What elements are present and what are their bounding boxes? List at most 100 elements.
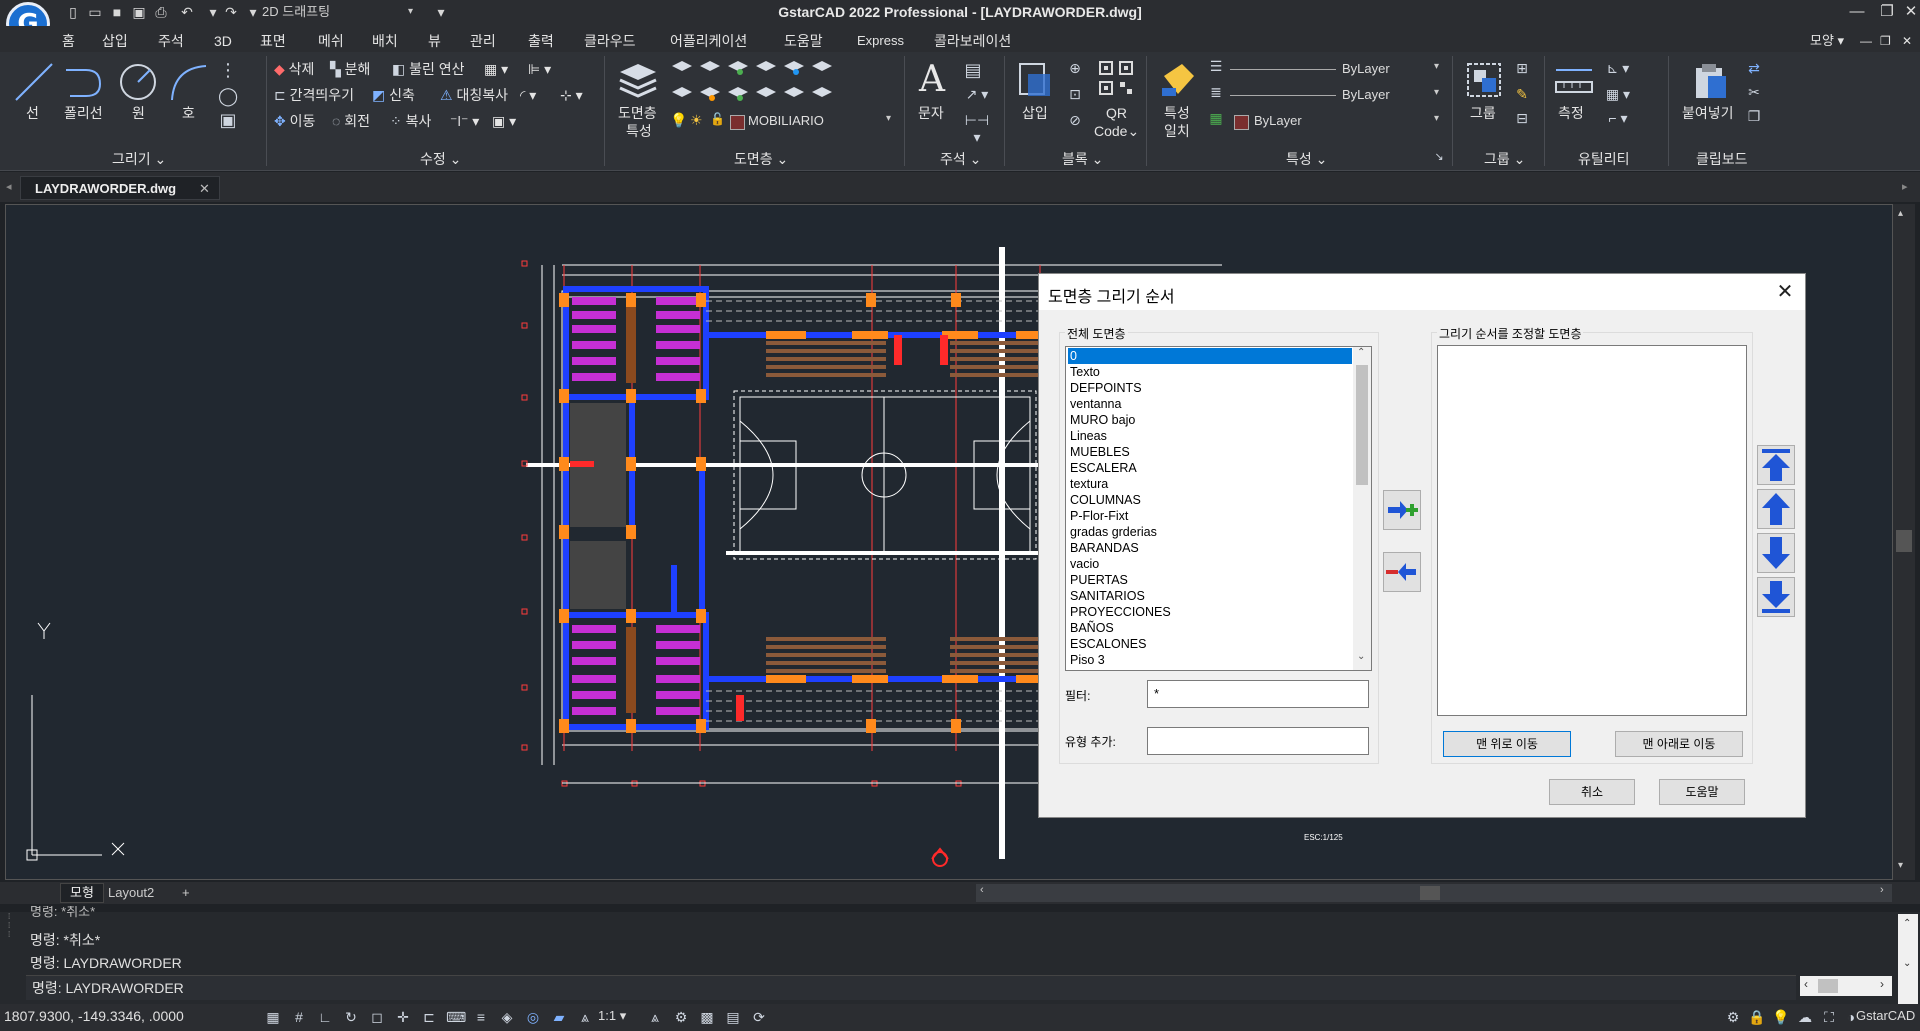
qr-button-label[interactable]: QR	[1106, 104, 1127, 122]
paste-button-label[interactable]: 붙여넣기	[1682, 104, 1734, 122]
join-icon[interactable]: ▣ ▾	[492, 112, 516, 130]
cmd-scroll-thumb[interactable]	[1818, 979, 1838, 993]
close-icon[interactable]: ✕	[1902, 2, 1920, 22]
auto-scale-icon[interactable]: ⩓	[646, 1008, 664, 1026]
scroll-up-icon[interactable]: ▴	[1898, 208, 1903, 219]
move-to-top-button[interactable]: 맨 위로 이동	[1443, 731, 1571, 757]
ungroup-icon[interactable]: ⊞	[1512, 60, 1532, 77]
lineweight-combo[interactable]: ByLayer ▾	[1230, 86, 1446, 106]
modify-panel-title[interactable]: 수정 ⌄	[420, 150, 461, 168]
linetype-combo[interactable]: ByLayer ▾	[1230, 60, 1446, 80]
hardware-accel-icon[interactable]: ▩	[698, 1008, 716, 1026]
dynamic-ucs-icon[interactable]: ⊏	[420, 1008, 438, 1026]
stretch-button[interactable]: ◩ 신축	[372, 86, 415, 104]
minimize-icon[interactable]: —	[1842, 2, 1872, 22]
command-vscrollbar[interactable]: ⌃ ⌄	[1898, 914, 1918, 1004]
menu-view[interactable]: 뷰	[428, 32, 441, 50]
move-down-arrow-button[interactable]	[1757, 533, 1795, 573]
layer-list-item[interactable]: COLUMNAS	[1068, 492, 1352, 508]
text-button-label[interactable]: 문자	[918, 104, 944, 122]
menu-layout[interactable]: 배치	[372, 32, 398, 50]
line-icon[interactable]	[12, 60, 56, 104]
block-create-icon[interactable]: ⊕	[1064, 60, 1086, 77]
layer-list-item[interactable]: SANITARIOS	[1068, 588, 1352, 604]
hscroll-right-icon[interactable]: ›	[1880, 884, 1884, 896]
ribbon-minimize-icon[interactable]: —	[1860, 32, 1872, 50]
layer-list-item[interactable]: vacio	[1068, 556, 1352, 572]
menu-home[interactable]: 홈	[62, 32, 75, 50]
grid-display-icon[interactable]: ▦	[264, 1008, 282, 1026]
layer-list-scrollbar[interactable]: ⌃ ⌄	[1353, 347, 1371, 670]
polyline-button-label[interactable]: 폴리선	[64, 104, 103, 122]
layer-list-item[interactable]: textura	[1068, 476, 1352, 492]
model-space-icon[interactable]: ▰	[550, 1008, 568, 1026]
workspace-switch-icon[interactable]: ⚙	[672, 1008, 690, 1026]
menu-surface[interactable]: 표면	[260, 32, 286, 50]
appearance-menu[interactable]: 모양 ▾	[1810, 32, 1844, 50]
utilities-panel-title[interactable]: 유틸리티	[1578, 150, 1630, 168]
explode-button[interactable]: ▚ 분해	[330, 60, 370, 78]
match-properties-icon[interactable]	[1158, 60, 1198, 100]
help-button[interactable]: 도움말	[1659, 779, 1745, 805]
copy-icon[interactable]: ❐	[1744, 108, 1764, 125]
scroll-down-icon[interactable]: ▾	[1898, 860, 1903, 871]
menu-annotate[interactable]: 주석	[158, 32, 184, 50]
layer-list-item[interactable]: MURO bajo	[1068, 412, 1352, 428]
menu-help[interactable]: 도움말	[784, 32, 823, 50]
dimension-icon[interactable]: ⊢⊣ ▾	[962, 112, 992, 146]
text-icon[interactable]: A	[914, 60, 950, 100]
break-icon[interactable]: ⁻ǀ⁻ ▾	[450, 112, 479, 130]
group-icon[interactable]	[1464, 60, 1504, 100]
tab-close-icon[interactable]: ✕	[199, 177, 210, 201]
layer-list-item[interactable]: ESCALONES	[1068, 636, 1352, 652]
add-type-input[interactable]	[1147, 727, 1369, 755]
layer-list-item[interactable]: BARANDAS	[1068, 540, 1352, 556]
ellipse-icon[interactable]: ◯	[218, 86, 238, 107]
properties-panel-title[interactable]: 특성 ⌄	[1286, 150, 1327, 168]
layer-list-item[interactable]: MUEBLES	[1068, 444, 1352, 460]
match-properties-label[interactable]: 특성	[1164, 104, 1190, 122]
layers-panel-title[interactable]: 도면층 ⌄	[734, 150, 788, 168]
layer-list-item[interactable]: PROYECCIONES	[1068, 604, 1352, 620]
order-layers-list[interactable]	[1437, 345, 1747, 716]
qr-button-label-2[interactable]: Code⌄	[1094, 122, 1139, 140]
erase-button[interactable]: ◆ 삭제	[274, 60, 314, 78]
layer-list-item[interactable]: ventanna	[1068, 396, 1352, 412]
otrack-icon[interactable]: ✛	[394, 1008, 412, 1026]
circle-button-label[interactable]: 원	[132, 104, 145, 122]
group-edit-icon[interactable]: ✎	[1512, 86, 1532, 103]
color-combo[interactable]: ByLayer ▾	[1230, 112, 1446, 132]
move-button[interactable]: ✥ 이동	[274, 112, 315, 130]
selection-cycling-icon[interactable]: ◎	[524, 1008, 542, 1026]
clipboard-panel-title[interactable]: 클립보드	[1696, 150, 1748, 168]
refresh-icon[interactable]: ⟳	[750, 1008, 768, 1026]
layer-list-item[interactable]: DEFPOINTS	[1068, 380, 1352, 396]
fullscreen-icon[interactable]: ⛶	[1820, 1008, 1838, 1026]
match-properties-label-2[interactable]: 일치	[1164, 122, 1190, 140]
menu-collaboration[interactable]: 콜라보레이션	[934, 32, 1011, 50]
tab-layout2[interactable]: Layout2	[108, 884, 154, 902]
copy-clip-icon[interactable]: ⇄	[1744, 60, 1764, 77]
command-window-handle[interactable]: ⁞ ⁞ ⁞	[8, 912, 20, 1002]
layer-properties-label-2[interactable]: 특성	[626, 122, 652, 140]
leader-icon[interactable]: ↗ ▾	[962, 86, 992, 103]
lineweight-display-icon[interactable]: ≡	[472, 1008, 490, 1026]
coordinate-readout[interactable]: 1807.9300, -149.3346, .0000	[4, 1008, 184, 1024]
id-point-icon[interactable]: ⊾ ▾	[1600, 60, 1636, 77]
menu-applications[interactable]: 어플리케이션	[670, 32, 747, 50]
layer-list-item[interactable]: ESCALERA	[1068, 460, 1352, 476]
menu-mesh[interactable]: 메쉬	[318, 32, 344, 50]
boolean-button[interactable]: ◧ 불린 연산	[392, 60, 465, 78]
filter-input[interactable]: *	[1147, 680, 1369, 708]
cmd-scroll-right-icon[interactable]: ›	[1880, 977, 1884, 991]
ribbon-close-icon[interactable]: ✕	[1902, 32, 1912, 50]
tab-add[interactable]: +	[182, 884, 190, 902]
cut-icon[interactable]: ✂	[1744, 84, 1764, 101]
ortho-icon[interactable]: ∟	[316, 1008, 334, 1026]
rectangle-icon[interactable]: ▣	[218, 110, 238, 131]
layer-list-item[interactable]: 0	[1068, 348, 1352, 364]
lock-ui-icon[interactable]: 🔒	[1748, 1008, 1766, 1026]
menu-output[interactable]: 출력	[528, 32, 554, 50]
list-scroll-up-icon[interactable]: ⌃	[1357, 347, 1365, 358]
draw-more-icon[interactable]: ⋮	[218, 60, 238, 81]
